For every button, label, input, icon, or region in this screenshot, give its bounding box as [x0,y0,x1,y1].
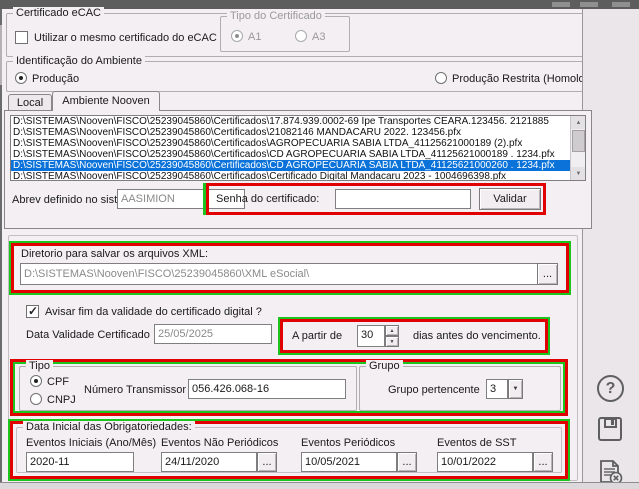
tab-local[interactable]: Local [8,94,52,111]
spin-down-icon[interactable]: ▼ [385,336,399,347]
list-item[interactable]: D:\SISTEMAS\Nooven\FISCO\25239045860\Cer… [11,160,570,171]
usar-certificado-ecac-checkbox[interactable] [15,31,28,44]
eventos-iniciais-field[interactable]: 2020-11 [26,452,134,472]
group-certificado-ecac: Certificado eCAC Utilizar o mesmo certif… [6,13,592,57]
group-ambiente: Identificação do Ambiente Produção Produ… [6,61,592,92]
spin-up-icon[interactable]: ▲ [385,325,399,336]
radio-cpf-label: CPF [47,376,69,388]
avisar-validade-checkbox[interactable] [26,305,39,318]
scroll-down-icon[interactable]: ▼ [571,167,586,180]
list-scrollbar[interactable]: ▲ ▼ [570,116,585,180]
window-button[interactable] [612,2,630,7]
action-sidebar: ? [582,9,639,482]
dias-value[interactable]: 30 [357,325,385,347]
radio-cnpj[interactable] [30,393,42,405]
list-item[interactable]: D:\SISTEMAS\Nooven\FISCO\25239045860\Cer… [11,138,570,149]
radio-cnpj-label: CNPJ [47,394,76,406]
group-title: Tipo [26,360,53,372]
dias-suffix-label: dias antes do vencimento. [413,330,541,342]
certificate-list-rows: D:\SISTEMAS\Nooven\FISCO\25239045860\Cer… [11,116,570,180]
senha-label: Senha do certificado: [216,193,319,205]
group-tipo: Tipo CPF CNPJ Número Transmissor 056.426… [19,366,357,411]
data-validade-label: Data Validade Certificado [26,329,150,341]
radio-producao-label: Produção [32,73,79,85]
senha-annotation-box: Senha do certificado: Validar [206,183,546,215]
validar-button-label: Validar [493,193,526,205]
group-grupo: Grupo Grupo pertencente 3 ▼ [359,366,561,411]
eventos-nao-periodicos-field[interactable]: 24/11/2020 [161,452,257,472]
list-item[interactable]: D:\SISTEMAS\Nooven\FISCO\25239045860\Cer… [11,127,570,138]
eventos-nao-periodicos-browse-button[interactable]: ... [257,452,277,472]
tab-label: Local [17,97,43,109]
group-title: Grupo [366,360,403,372]
usar-certificado-ecac-label: Utilizar o mesmo certificado do eCAC [34,32,217,44]
group-title: Certificado eCAC [13,7,104,19]
group-title: Tipo do Certificado [227,10,325,22]
validar-button[interactable]: Validar [479,188,541,210]
chevron-down-icon[interactable]: ▼ [508,379,523,399]
aviso-dias-annotation-box: A partir de 30 ▲ ▼ dias antes do vencime… [280,319,548,353]
diretorio-browse-button[interactable]: ... [537,263,558,285]
radio-cpf[interactable] [30,375,42,387]
help-icon[interactable]: ? [597,375,624,402]
grupo-pertencente-combo[interactable]: 3 ▼ [486,379,523,399]
obrigatoriedades-annotation-box: Data Inicial das Obrigatoriedades: Event… [10,421,568,479]
grupo-value: 3 [486,379,508,399]
senha-input[interactable] [335,189,471,209]
group-title: Identificação do Ambiente [13,55,145,67]
eventos-nao-periodicos-label: Eventos Não Periódicos [161,437,278,449]
dias-spinner[interactable]: 30 ▲ ▼ [357,325,399,347]
window-button[interactable] [552,2,570,7]
eventos-sst-label: Eventos de SST [437,437,517,449]
window-bottom-edge [0,482,639,489]
eventos-iniciais-label: Eventos Iniciais (Ano/Mês) [26,437,156,449]
ellipsis-icon: ... [402,456,411,468]
save-icon[interactable] [597,416,627,445]
group-tipo-certificado: Tipo do Certificado A1 A3 [220,16,350,52]
radio-a1-label: A1 [248,31,261,43]
diretorio-path-field: D:\SISTEMAS\Nooven\FISCO\25239045860\XML… [20,263,538,285]
scrollbar-thumb[interactable] [572,130,585,152]
diretorio-label: Diretorio para salvar os arquivos XML: [21,248,208,260]
window-button[interactable] [580,2,598,7]
list-item[interactable]: D:\SISTEMAS\Nooven\FISCO\25239045860\Cer… [11,149,570,160]
tab-label: Ambiente Nooven [62,95,149,107]
certificate-list: D:\SISTEMAS\Nooven\FISCO\25239045860\Cer… [10,115,586,181]
radio-a3[interactable] [295,30,307,42]
eventos-periodicos-browse-button[interactable]: ... [397,452,417,472]
ellipsis-icon: ... [538,456,547,468]
eventos-periodicos-label: Eventos Periódicos [301,437,395,449]
numero-transmissor-field[interactable]: 056.426.068-16 [188,379,346,399]
scroll-up-icon[interactable]: ▲ [571,116,586,129]
radio-producao-restrita[interactable] [435,72,447,84]
radio-a1[interactable] [231,30,243,42]
data-validade-field: 25/05/2025 [154,324,272,344]
eventos-periodicos-field[interactable]: 10/05/2021 [301,452,397,472]
list-item[interactable]: D:\SISTEMAS\Nooven\FISCO\25239045860\Cer… [11,116,570,127]
tab-ambiente-nooven[interactable]: Ambiente Nooven [52,91,160,111]
numero-transmissor-label: Número Transmissor [84,384,186,396]
radio-a3-label: A3 [312,31,325,43]
form-content: Certificado eCAC Utilizar o mesmo certif… [2,9,582,482]
app-window: { "ecac": { "title": "Certificado eCAC",… [0,0,639,489]
a-partir-de-label: A partir de [292,330,342,342]
eventos-sst-browse-button[interactable]: ... [533,452,553,472]
group-title: Data Inicial das Obrigatoriedades: [23,421,195,433]
list-item[interactable]: D:\SISTEMAS\Nooven\FISCO\25239045860\Cer… [11,171,570,181]
ellipsis-icon: ... [543,268,552,280]
ellipsis-icon: ... [262,456,271,468]
avisar-validade-label: Avisar fim da validade do certificado di… [45,306,262,318]
radio-producao[interactable] [15,72,27,84]
tipo-grupo-annotation-box: Tipo CPF CNPJ Número Transmissor 056.426… [10,359,568,416]
eventos-sst-field[interactable]: 10/01/2022 [437,452,533,472]
diretorio-annotation-box: Diretorio para salvar os arquivos XML: D… [11,243,569,293]
grupo-pertencente-label: Grupo pertencente [388,384,480,396]
